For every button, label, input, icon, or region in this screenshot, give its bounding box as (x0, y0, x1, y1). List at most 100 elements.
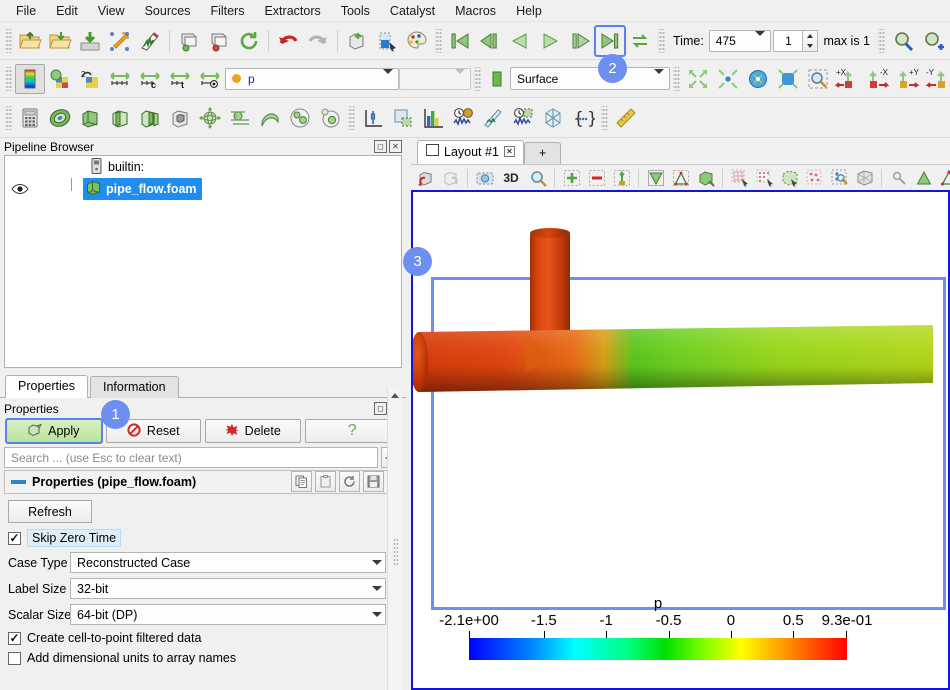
add-layout-tab[interactable]: + (523, 142, 562, 164)
pipeline-browser-tree[interactable]: builtin: pipe_flow.foam (4, 155, 402, 368)
undo-icon[interactable] (273, 26, 303, 56)
center-axes-icon[interactable] (609, 166, 634, 190)
glyph-icon[interactable] (195, 103, 225, 133)
menu-filters[interactable]: Filters (200, 1, 254, 21)
menu-sources[interactable]: Sources (135, 1, 201, 21)
solid-color-icon[interactable] (484, 66, 510, 92)
menu-file[interactable]: File (6, 1, 46, 21)
render-view[interactable]: p -2.1e+00 -1.5 -1 -0.5 0 0.5 9.3e-01 (411, 190, 950, 690)
ruler-icon[interactable] (611, 103, 641, 133)
disconnect-server-icon[interactable] (204, 26, 234, 56)
magnify-icon[interactable] (525, 166, 550, 190)
play-icon[interactable] (535, 26, 565, 56)
menu-edit[interactable]: Edit (46, 1, 88, 21)
select-cells-through-icon[interactable] (777, 166, 802, 190)
case-type-combo[interactable]: Reconstructed Case (70, 552, 386, 573)
save-defaults-icon[interactable] (363, 471, 384, 492)
redo-camera-icon[interactable] (438, 166, 463, 190)
select-block-icon[interactable] (827, 166, 852, 190)
zoom-to-data-icon[interactable] (713, 64, 743, 94)
show-center-icon[interactable] (668, 166, 693, 190)
plot-on-sorted-lines-icon[interactable] (478, 103, 508, 133)
temporal-statistics-icon[interactable] (508, 103, 538, 133)
help-button[interactable]: ? (304, 419, 400, 443)
select-points-icon[interactable] (752, 166, 777, 190)
first-frame-icon[interactable] (445, 26, 475, 56)
threshold-icon[interactable] (135, 103, 165, 133)
extract-subset-icon[interactable] (165, 103, 195, 133)
close-icon[interactable]: ✕ (503, 146, 515, 157)
toolbar-grip[interactable] (673, 66, 680, 91)
restore-defaults-icon[interactable] (339, 471, 360, 492)
copy-icon[interactable] (291, 471, 312, 492)
previous-frame-icon[interactable] (475, 26, 505, 56)
zoom-closest-to-data-icon[interactable] (773, 64, 803, 94)
menu-extractors[interactable]: Extractors (254, 1, 330, 21)
frame-index-field[interactable]: 1 (773, 29, 804, 52)
loop-icon[interactable] (625, 26, 655, 56)
paste-icon[interactable] (315, 471, 336, 492)
add-axes-icon[interactable] (559, 166, 584, 190)
warp-icon[interactable] (255, 103, 285, 133)
show-orientation-axes-icon[interactable] (643, 166, 668, 190)
group-datasets-icon[interactable] (285, 103, 315, 133)
connect-server-icon[interactable] (174, 26, 204, 56)
select-cells-icon[interactable] (727, 166, 752, 190)
label-size-combo[interactable]: 32-bit (70, 578, 386, 599)
apply-button[interactable]: Apply (5, 418, 103, 444)
contour-icon[interactable] (45, 103, 75, 133)
hover-points-icon[interactable] (886, 166, 911, 190)
extract-level-icon[interactable] (315, 103, 345, 133)
stepper-down-icon[interactable] (803, 41, 817, 51)
interactive-select-points-icon[interactable] (936, 166, 950, 190)
refresh-button[interactable]: Refresh (8, 500, 92, 523)
view-mode-3d-button[interactable]: 3D (497, 166, 525, 190)
reset-camera-closest-icon[interactable] (743, 64, 773, 94)
pipeline-item-builtin[interactable]: builtin: (5, 156, 401, 191)
color-legend[interactable]: p -2.1e+00 -1.5 -1 -0.5 0 0.5 9.3e-01 (439, 595, 872, 660)
neg-y-icon[interactable]: -Y (923, 64, 950, 94)
reset-camera-icon[interactable] (683, 64, 713, 94)
representation-combo[interactable]: Surface (510, 67, 670, 90)
clip-icon[interactable] (75, 103, 105, 133)
python-calculator-icon[interactable]: { } (568, 103, 598, 133)
stream-tracer-icon[interactable] (225, 103, 255, 133)
save-screenshot-icon[interactable] (105, 26, 135, 56)
menu-tools[interactable]: Tools (331, 1, 380, 21)
extract-selection-icon[interactable] (388, 103, 418, 133)
undo-camera-icon[interactable] (413, 166, 438, 190)
toolbar-grip[interactable] (878, 28, 885, 53)
scroll-up-icon[interactable] (388, 388, 402, 403)
visibility-toggle-icon[interactable] (9, 183, 31, 195)
toolbar-grip[interactable] (601, 105, 608, 130)
calculator-icon[interactable] (15, 103, 45, 133)
bounding-box-icon[interactable] (538, 103, 568, 133)
menu-macros[interactable]: Macros (445, 1, 506, 21)
remove-axes-icon[interactable] (584, 166, 609, 190)
frustum-select-icon[interactable] (852, 166, 877, 190)
edit-color-map-icon[interactable] (402, 26, 432, 56)
tab-properties[interactable]: Properties (5, 375, 88, 398)
rescale-temporal-icon[interactable] (195, 64, 225, 94)
open-file-icon[interactable] (15, 26, 45, 56)
center-on-data-icon[interactable] (693, 166, 718, 190)
toolbar-grip[interactable] (435, 28, 442, 53)
next-frame-icon[interactable] (565, 26, 595, 56)
rubber-band-zoom-icon[interactable] (803, 64, 833, 94)
play-reverse-icon[interactable] (505, 26, 535, 56)
float-icon[interactable]: ◻ (374, 140, 387, 153)
properties-scrollbar[interactable] (387, 388, 402, 690)
plot-data-over-time-icon[interactable] (448, 103, 478, 133)
pipeline-item-pipe-flow[interactable]: pipe_flow.foam (5, 178, 401, 200)
menu-view[interactable]: View (88, 1, 135, 21)
neg-x-icon[interactable]: -X (863, 64, 893, 94)
stepper-up-icon[interactable] (803, 31, 817, 41)
dimensional-units-checkbox[interactable] (8, 651, 21, 665)
delete-button[interactable]: Delete (205, 419, 301, 443)
recent-files-icon[interactable] (45, 26, 75, 56)
frame-index-stepper[interactable] (803, 29, 819, 52)
find-data-icon[interactable] (888, 26, 918, 56)
component-combo[interactable] (399, 67, 471, 90)
close-icon[interactable]: ✕ (389, 140, 402, 153)
skip-zero-time-checkbox[interactable]: ✓ (8, 531, 21, 545)
